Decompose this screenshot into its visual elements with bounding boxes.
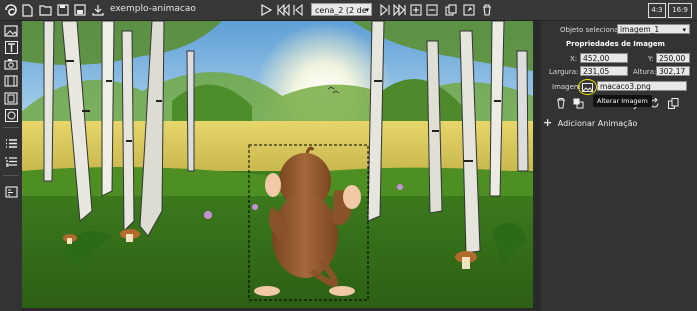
add-scene-icon[interactable] — [409, 3, 423, 17]
list-icon[interactable] — [3, 136, 19, 150]
selected-object-select[interactable]: imagem_1 ▾ — [617, 24, 690, 34]
widescreen-ratio-icon[interactable]: 16:9 — [668, 3, 692, 18]
chevron-down-icon: ▾ — [682, 26, 686, 34]
change-image-button[interactable] — [578, 79, 597, 95]
y-label: Y: — [648, 55, 654, 63]
sprite-tool-icon[interactable] — [3, 91, 19, 105]
selected-object-value: imagem_1 — [620, 25, 660, 34]
paste-scene-icon[interactable] — [462, 3, 476, 17]
duplicate-scene-icon[interactable] — [425, 3, 439, 17]
export-icon[interactable] — [91, 3, 104, 17]
swirl-logo-icon — [3, 2, 19, 18]
y-input[interactable]: 250,00 — [656, 53, 690, 63]
camera-tool-icon[interactable] — [3, 57, 19, 71]
toolbar-divider — [3, 175, 19, 176]
next-scene-icon[interactable] — [376, 3, 390, 17]
layer-order-icon[interactable] — [572, 97, 584, 109]
prev-scene-icon[interactable] — [292, 3, 306, 17]
settings-panel-icon[interactable] — [3, 185, 19, 199]
height-input[interactable]: 302,17 — [656, 66, 690, 76]
width-input[interactable]: 231,05 — [580, 66, 628, 76]
delete-object-icon[interactable] — [555, 97, 567, 109]
last-scene-icon[interactable] — [392, 3, 406, 17]
x-label: X: — [570, 55, 578, 63]
properties-panel — [541, 21, 697, 311]
change-image-tooltip: Alterar Imagem — [593, 95, 652, 107]
open-folder-icon[interactable] — [38, 3, 52, 17]
copy-object-icon[interactable] — [667, 97, 679, 109]
image-properties-title: Propriedades de Imagem — [566, 40, 665, 48]
height-label: Altura: — [633, 68, 657, 76]
numbered-list-icon[interactable] — [3, 154, 19, 168]
top-toolbar: exemplo-animacao cena_2 (2 de 2) ▾ 4:3 1… — [0, 0, 697, 28]
text-tool-icon[interactable] — [3, 40, 19, 54]
play-icon[interactable] — [260, 3, 273, 17]
copy-scene-icon[interactable] — [444, 3, 458, 17]
chevron-down-icon: ▾ — [365, 6, 369, 14]
add-animation-label: Adicionar Animação — [557, 119, 638, 128]
add-animation-button[interactable]: + Adicionar Animação — [543, 116, 637, 129]
image-file-input[interactable]: macaco3.png — [597, 81, 687, 91]
panel-scrollbar[interactable] — [533, 21, 541, 311]
save-icon[interactable] — [56, 3, 69, 17]
width-label: Largura: — [549, 68, 579, 76]
first-scene-icon[interactable] — [276, 3, 290, 17]
delete-scene-icon[interactable] — [480, 3, 493, 17]
scene-select[interactable]: cena_2 (2 de 2) ▾ — [311, 3, 372, 28]
shape-tool-icon[interactable] — [3, 108, 19, 122]
image-tool-icon[interactable] — [3, 24, 19, 38]
save-as-icon[interactable] — [73, 3, 86, 17]
plus-icon: + — [543, 116, 553, 129]
new-file-icon[interactable] — [21, 3, 34, 17]
aspect-ratio-icon[interactable]: 4:3 — [648, 3, 666, 18]
x-input[interactable]: 452,00 — [580, 53, 628, 63]
film-tool-icon[interactable] — [3, 74, 19, 88]
left-toolbar — [0, 21, 23, 311]
toolbar-divider — [3, 127, 19, 128]
picture-icon — [582, 82, 593, 92]
stage-canvas[interactable] — [22, 21, 533, 308]
forest-background-image — [22, 21, 533, 308]
project-title: exemplo-animacao — [110, 4, 196, 14]
